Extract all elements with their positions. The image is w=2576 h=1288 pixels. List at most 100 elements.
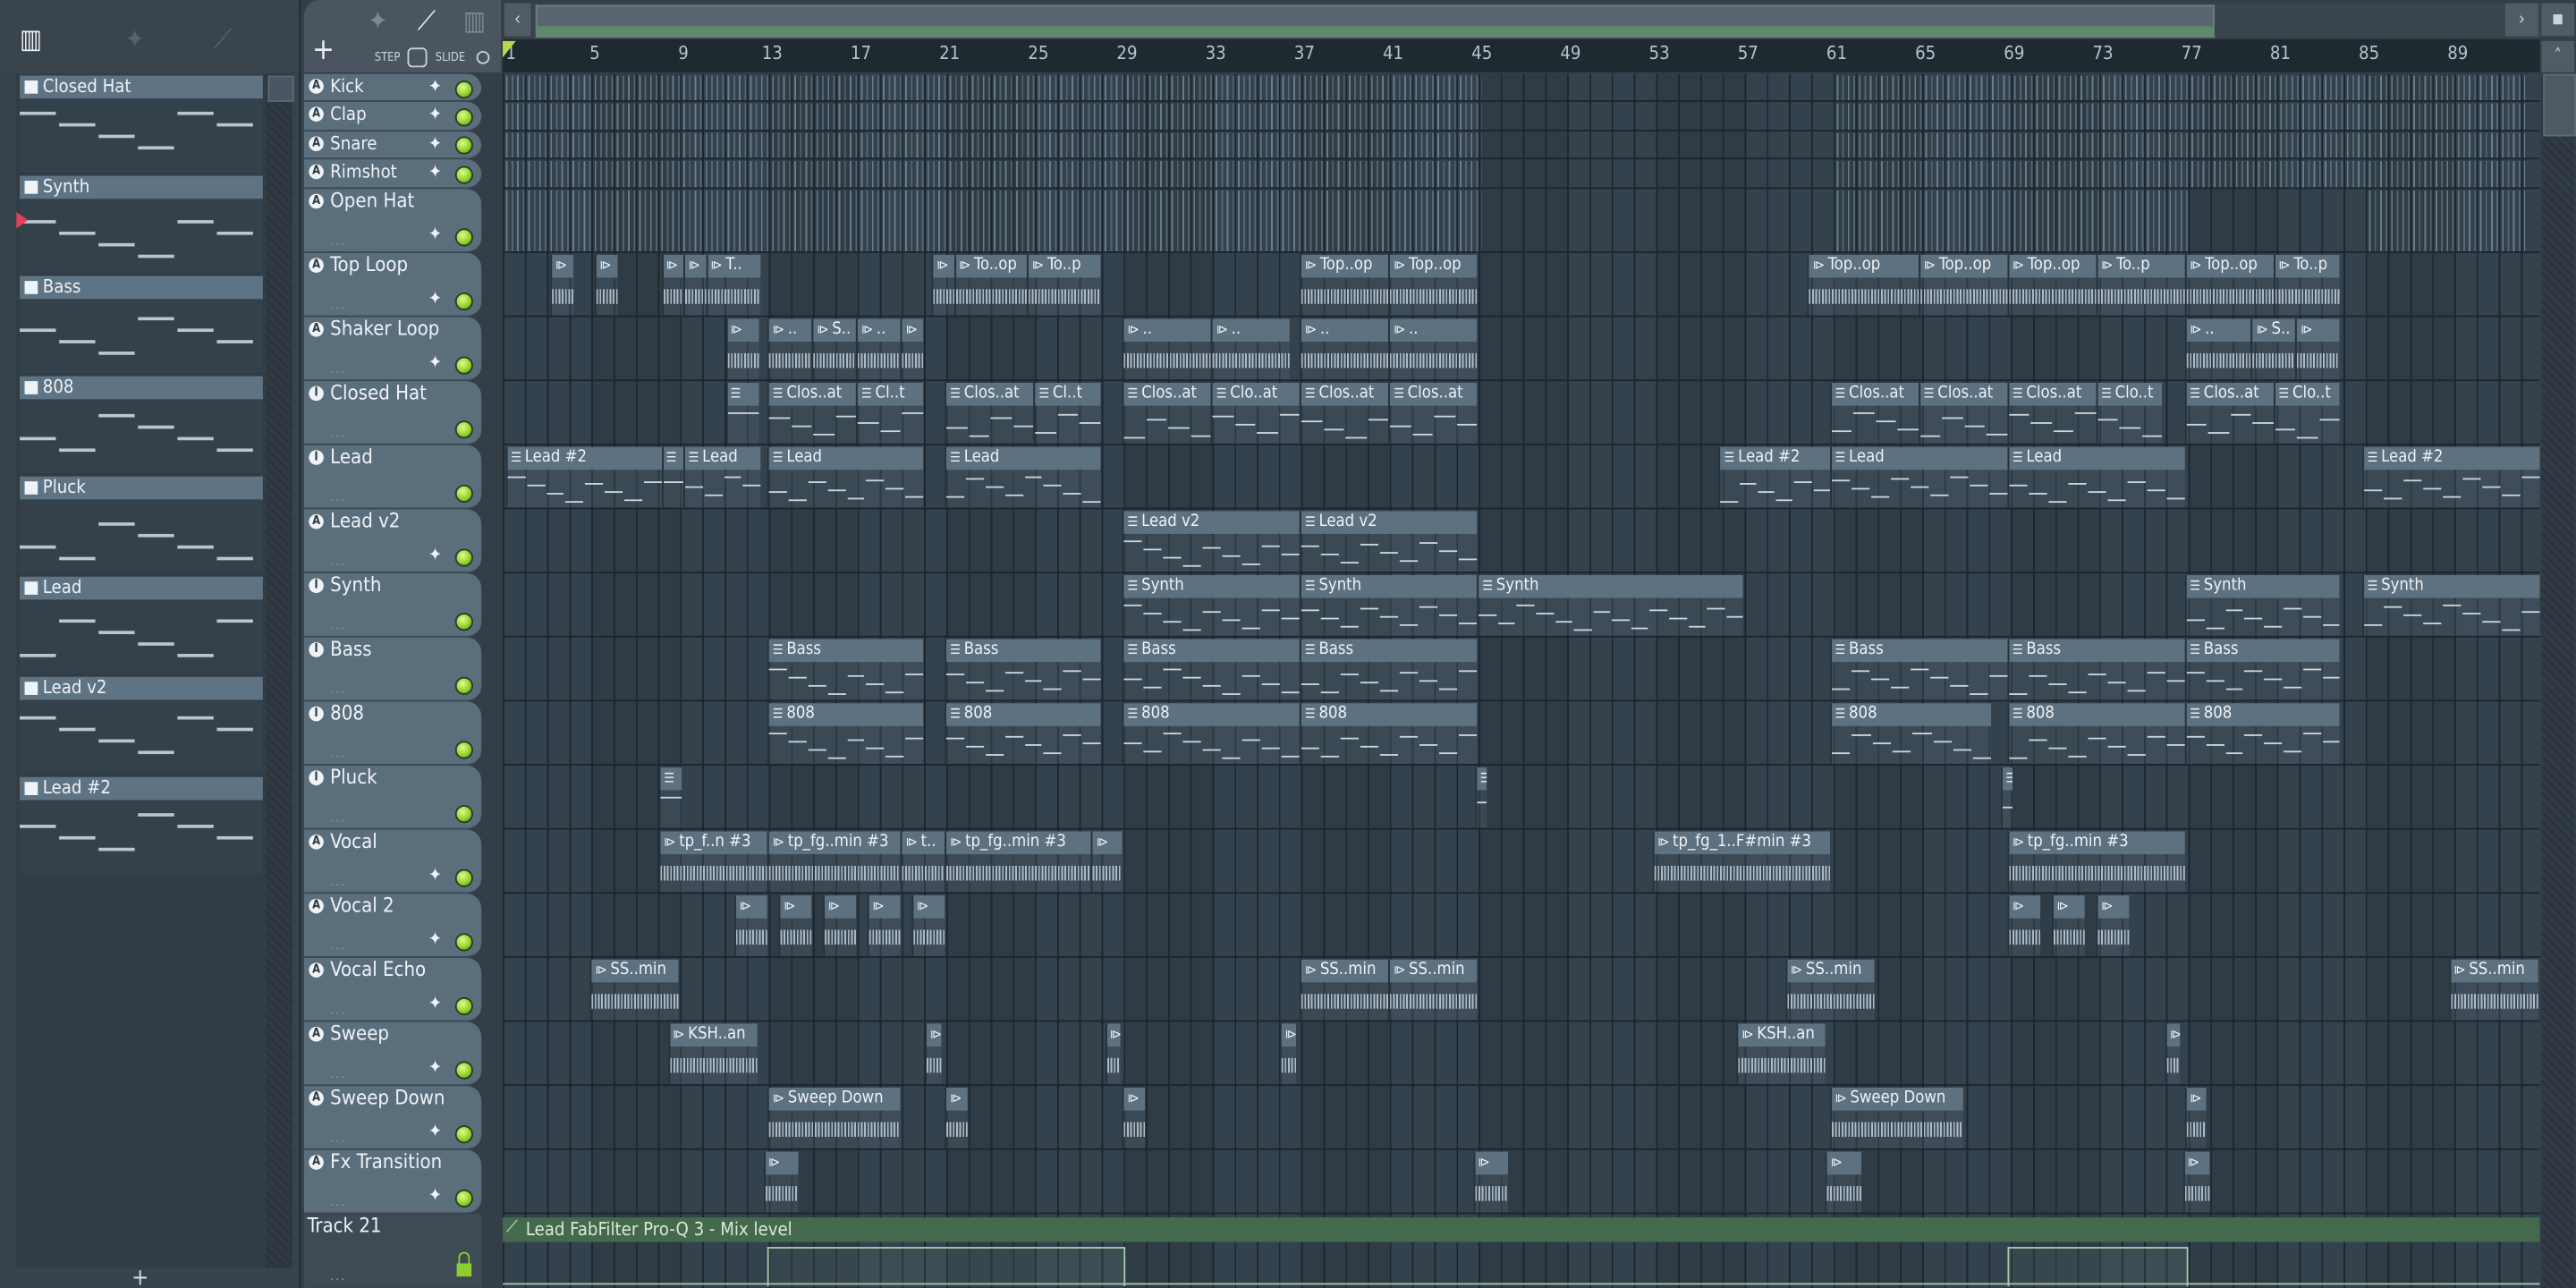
audio-clip[interactable]: ⧐.. bbox=[767, 318, 812, 379]
scroll-left-button[interactable]: ‹ bbox=[504, 3, 531, 37]
track-name[interactable]: Vocal 2 bbox=[330, 893, 394, 918]
pattern-clip[interactable]: ☰ Clos..at bbox=[1830, 382, 1919, 444]
audio-clip[interactable]: ⧐ tp_fg_1..F#min #3 bbox=[1652, 830, 1831, 892]
track-header[interactable]: A Kick ✦ bbox=[303, 73, 482, 103]
track-header[interactable]: A Top Loop ✦... bbox=[303, 252, 482, 317]
picker-scroll-thumb[interactable] bbox=[267, 75, 294, 102]
audio-clip[interactable]: ⧐ bbox=[1105, 1022, 1121, 1084]
audio-clip[interactable]: ⧐ To..p bbox=[1027, 253, 1101, 315]
pattern-clip[interactable]: ☰ Clos..at bbox=[1919, 382, 2008, 444]
track-enable-led[interactable] bbox=[454, 1060, 473, 1079]
track-enable-led[interactable] bbox=[454, 547, 473, 566]
drum-pattern-region[interactable] bbox=[1836, 190, 2192, 251]
audio-wave-icon[interactable]: ✦ bbox=[368, 5, 387, 37]
overview-scroll-window[interactable] bbox=[535, 4, 2215, 38]
audio-clip[interactable]: ⧐ bbox=[661, 253, 684, 315]
pattern-clip[interactable]: ☰ 808 bbox=[1300, 702, 1478, 764]
pattern-item[interactable]: Closed Hat bbox=[20, 75, 263, 173]
track-header[interactable]: Track 21... bbox=[303, 1213, 482, 1288]
audio-clip[interactable]: ⧐ bbox=[2165, 1022, 2181, 1084]
track-name[interactable]: Sweep bbox=[330, 1021, 389, 1046]
timeline-ruler[interactable]: 1 5 9 13 17 21 25 29 33 37 41 45 49 53 57 61 65 69 73 77 81 8… bbox=[503, 39, 2540, 72]
audio-wave-icon[interactable]: ✦ bbox=[125, 23, 145, 55]
overview-menu-button[interactable]: ■ bbox=[2541, 3, 2575, 37]
pattern-clip[interactable]: ☰ Lead v2 bbox=[1300, 510, 1478, 572]
pattern-clip[interactable]: ☰ Clos..at bbox=[945, 382, 1034, 444]
audio-clip[interactable]: ⧐ bbox=[763, 1150, 799, 1212]
track-header[interactable]: A Sweep Down ✦... bbox=[303, 1085, 482, 1149]
track-enable-led[interactable] bbox=[454, 868, 473, 887]
track-name[interactable]: Fx Transition bbox=[330, 1149, 442, 1174]
audio-clip[interactable]: ⧐ bbox=[1826, 1150, 1861, 1212]
track-enable-led[interactable] bbox=[454, 675, 473, 695]
track-enable-led[interactable] bbox=[454, 740, 473, 758]
audio-clip[interactable]: ⧐ KSH..an bbox=[1736, 1022, 1826, 1084]
pattern-item[interactable]: Synth bbox=[16, 175, 263, 273]
drum-pattern-region[interactable] bbox=[1836, 104, 2525, 130]
pattern-clip[interactable]: ☰ 808 bbox=[945, 702, 1101, 764]
track-enable-led[interactable] bbox=[454, 165, 473, 184]
track-enable-led[interactable] bbox=[454, 1124, 473, 1143]
audio-clip[interactable]: ⧐ bbox=[867, 894, 902, 956]
track-name[interactable]: Pluck bbox=[330, 765, 377, 790]
track-header[interactable]: I Pluck... bbox=[303, 765, 482, 829]
audio-clip[interactable]: ⧐ tp_fg..min #3 bbox=[945, 830, 1092, 892]
track-header[interactable]: I Lead... bbox=[303, 445, 482, 509]
pattern-clip[interactable]: ☰ Bass bbox=[2184, 638, 2341, 699]
pattern-clip[interactable]: ☰ Cl..t bbox=[1033, 382, 1101, 444]
audio-clip[interactable]: ⧐ SS..min bbox=[1300, 958, 1389, 1020]
track-enable-led[interactable] bbox=[454, 932, 473, 951]
vertical-scrollbar[interactable] bbox=[2541, 73, 2575, 1288]
audio-clip[interactable]: ⧐ T.. bbox=[705, 253, 761, 315]
drum-pattern-region[interactable] bbox=[505, 161, 1482, 187]
track-options-dots[interactable]: ... bbox=[330, 425, 346, 440]
track-enable-led[interactable] bbox=[454, 136, 473, 156]
pattern-clip[interactable]: ☰ Clo..t bbox=[2096, 382, 2163, 444]
audio-clip[interactable]: ⧐ bbox=[550, 253, 573, 315]
pattern-clip[interactable]: ☰ Clos..at bbox=[1123, 382, 1212, 444]
pattern-clip[interactable]: ☰ Synth bbox=[1477, 574, 1744, 636]
pattern-clip[interactable]: ☰ 808 bbox=[1830, 702, 1993, 764]
pattern-clip[interactable]: ☰ Bass bbox=[945, 638, 1101, 699]
track-options-dots[interactable]: ... bbox=[330, 489, 346, 504]
audio-clip[interactable]: ⧐ bbox=[901, 318, 923, 379]
track-options-dots[interactable]: ... bbox=[330, 360, 346, 376]
track-name[interactable]: Track 21 bbox=[307, 1214, 381, 1239]
track-name[interactable]: 808 bbox=[330, 701, 364, 726]
track-options-dots[interactable]: ... bbox=[330, 937, 346, 953]
pattern-clip[interactable]: ☰ 808 bbox=[2184, 702, 2341, 764]
pattern-clip[interactable]: ☰ 808 bbox=[2007, 702, 2185, 764]
track-name[interactable]: Bass bbox=[330, 637, 371, 662]
track-name[interactable]: Closed Hat bbox=[330, 380, 427, 405]
scroll-right-button[interactable]: › bbox=[2505, 3, 2538, 37]
track-options-dots[interactable]: ... bbox=[330, 1130, 346, 1145]
pattern-clip[interactable]: ☰ Lead bbox=[1830, 445, 2008, 507]
pattern-clip[interactable]: ☰ Lead bbox=[2007, 445, 2185, 507]
track-name[interactable]: Lead v2 bbox=[330, 509, 400, 534]
track-header[interactable]: I Bass... bbox=[303, 636, 482, 701]
track-enable-led[interactable] bbox=[454, 108, 473, 127]
track-enable-led[interactable] bbox=[454, 419, 473, 438]
track-options-dots[interactable]: ... bbox=[330, 553, 346, 568]
track-header[interactable]: A Rimshot ✦ bbox=[303, 159, 482, 189]
step-toggle[interactable] bbox=[407, 47, 428, 68]
track-name[interactable]: Snare bbox=[330, 131, 377, 157]
audio-clip[interactable]: ⧐ bbox=[2051, 894, 2086, 956]
track-options-dots[interactable]: ... bbox=[330, 617, 346, 632]
track-name[interactable]: Vocal Echo bbox=[330, 957, 426, 982]
pattern-item[interactable]: Pluck bbox=[20, 476, 263, 574]
pattern-clip[interactable]: ☰ Lead bbox=[945, 445, 1101, 507]
audio-clip[interactable]: ⧐ bbox=[1123, 1087, 1145, 1148]
audio-clip[interactable]: ⧐ tp_f..n #3 bbox=[658, 830, 768, 892]
audio-clip[interactable]: ⧐ bbox=[2184, 1087, 2207, 1148]
pattern-item[interactable]: Lead v2 bbox=[20, 676, 263, 775]
track-header[interactable]: A Open Hat ✦... bbox=[303, 188, 482, 253]
audio-clip[interactable]: ⧐ bbox=[683, 253, 706, 315]
pattern-item[interactable]: Lead bbox=[20, 576, 263, 674]
pattern-clip[interactable]: ☰ Lead bbox=[683, 445, 761, 507]
track-options-dots[interactable]: ... bbox=[330, 1002, 346, 1017]
audio-clip[interactable]: ⧐ Top..op bbox=[2184, 253, 2274, 315]
audio-clip[interactable]: ⧐ SS..min bbox=[1785, 958, 1875, 1020]
audio-clip[interactable]: ⧐.. bbox=[1388, 318, 1478, 379]
piano-roll-icon[interactable]: ▥ bbox=[463, 5, 486, 37]
